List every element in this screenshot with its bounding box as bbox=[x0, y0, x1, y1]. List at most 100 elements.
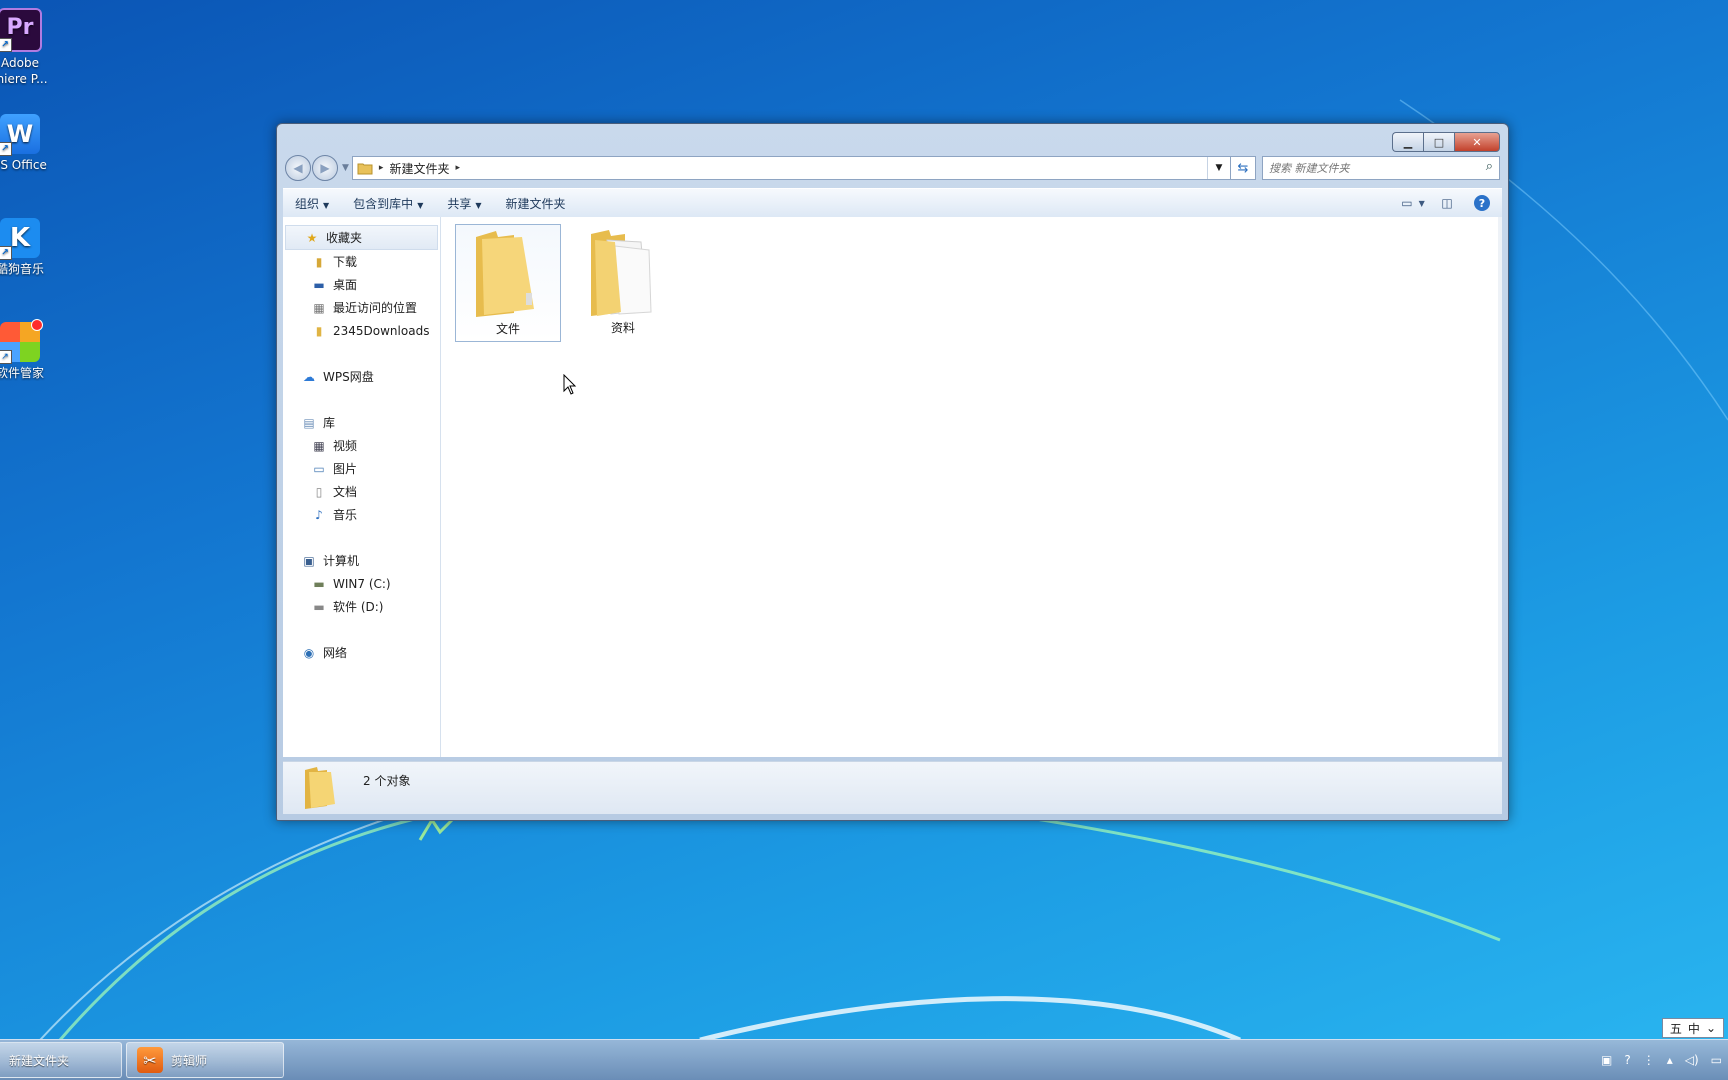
breadcrumb-separator-icon[interactable]: ▸ bbox=[379, 163, 384, 173]
ime-tray-icon[interactable]: ▣ bbox=[1601, 1053, 1612, 1067]
nav-item-recent-places[interactable]: ▦ 最近访问的位置 bbox=[283, 296, 440, 319]
desktop-icon-label: 软件管家 bbox=[0, 366, 44, 380]
document-icon: ▯ bbox=[315, 484, 323, 499]
nav-item-music[interactable]: ♪ 音乐 bbox=[283, 503, 440, 526]
volume-icon[interactable]: ◁) bbox=[1685, 1053, 1699, 1067]
nav-item-drive-c[interactable]: ▬ WIN7 (C:) bbox=[283, 572, 440, 595]
picture-icon: ▭ bbox=[313, 461, 325, 476]
notification-dot bbox=[31, 319, 43, 331]
explorer-body: ★ 收藏夹 ▮ 下载 ▬ 桌面 ▦ 最近访问的位置 ▮ 2345Downloads ☁ WP… bbox=[283, 217, 1502, 757]
recent-pages-dropdown[interactable]: ▼ bbox=[342, 163, 349, 173]
refresh-icon: ⇆ bbox=[1237, 160, 1249, 176]
address-dropdown-button[interactable]: ▼ bbox=[1207, 157, 1230, 179]
desktop-icon-software-manager[interactable]: ↗ 软件管家 bbox=[0, 319, 60, 381]
organize-menu[interactable]: 组织 ▼ bbox=[283, 195, 341, 212]
ime-language-indicator[interactable]: 中 bbox=[1688, 1020, 1700, 1037]
desktop-icon-wps[interactable]: W↗ PS Office bbox=[0, 114, 60, 173]
item-count: 2 个对象 bbox=[363, 774, 411, 788]
nav-item-pictures[interactable]: ▭ 图片 bbox=[283, 457, 440, 480]
command-bar: 组织 ▼ 包含到库中 ▼ 共享 ▼ 新建文件夹 ▭ ▼ ◫ ? bbox=[283, 188, 1502, 218]
network-tray-icon[interactable]: ▭ bbox=[1711, 1053, 1722, 1067]
ime-status-bar[interactable]: 五 中 ⌄ bbox=[1661, 1018, 1724, 1038]
forward-button[interactable]: ▶ bbox=[312, 155, 338, 181]
nav-item-downloads[interactable]: ▮ 下载 bbox=[283, 250, 440, 273]
video-icon: ▦ bbox=[313, 438, 325, 453]
help-icon[interactable]: ? bbox=[1474, 195, 1490, 211]
cloud-icon: ☁ bbox=[303, 369, 315, 384]
desktop-icon-label: miere P... bbox=[0, 72, 48, 86]
dropdown-caret-icon: ▼ bbox=[323, 200, 330, 210]
folder-icon bbox=[305, 767, 335, 809]
software-manager-icon: ↗ bbox=[0, 319, 43, 364]
wps-office-icon: W ↗ bbox=[0, 114, 40, 156]
folder-name[interactable]: 资料 bbox=[571, 319, 675, 336]
back-arrow-icon: ◀ bbox=[293, 161, 303, 175]
change-view-button[interactable]: ▭ ▼ bbox=[1401, 194, 1425, 212]
close-button[interactable]: ✕ bbox=[1454, 132, 1500, 152]
recent-places-icon: ▦ bbox=[313, 300, 325, 315]
shortcut-arrow-icon: ↗ bbox=[0, 38, 12, 52]
desktop-icon-label: Adobe bbox=[1, 56, 39, 70]
search-input[interactable] bbox=[1263, 160, 1471, 176]
file-list-area[interactable]: 文件 资料 bbox=[441, 217, 1502, 757]
show-hidden-icons-button[interactable]: ▴ bbox=[1667, 1053, 1673, 1067]
share-menu[interactable]: 共享 ▼ bbox=[435, 195, 493, 212]
forward-arrow-icon: ▶ bbox=[320, 161, 330, 175]
breadcrumb-item[interactable]: 新建文件夹 bbox=[389, 160, 449, 177]
folder-icon bbox=[476, 231, 534, 317]
nav-item-videos[interactable]: ▦ 视频 bbox=[283, 434, 440, 457]
view-icon: ▭ bbox=[1401, 196, 1413, 210]
ime-more-icon[interactable]: ⌄ bbox=[1706, 1021, 1716, 1035]
window-caption-buttons: ▁ □ ✕ bbox=[1392, 132, 1500, 152]
desktop-icon-premiere[interactable]: Pr↗ Adobe miere P... bbox=[0, 8, 60, 87]
computer-icon: ▣ bbox=[303, 553, 315, 568]
nav-item-drive-d[interactable]: ▬ 软件 (D:) bbox=[283, 595, 440, 618]
desktop-icon: ▬ bbox=[313, 277, 325, 292]
search-icon[interactable]: ⌕ bbox=[1486, 159, 1493, 174]
system-tray: ▣ ? ⋮ ▴ ◁) ▭ bbox=[1595, 1040, 1728, 1080]
nav-favorites[interactable]: ★ 收藏夹 bbox=[285, 225, 438, 250]
drive-icon: ▬ bbox=[313, 599, 325, 614]
nav-libraries[interactable]: ▤ 库 bbox=[283, 411, 440, 434]
preview-pane-button[interactable]: ◫ bbox=[1436, 194, 1458, 212]
folder-item[interactable]: 文件 bbox=[455, 224, 561, 342]
nav-network[interactable]: ◉ 网络 bbox=[283, 641, 440, 664]
folder-icon bbox=[357, 163, 373, 175]
folder-item[interactable]: 资料 bbox=[571, 224, 675, 340]
dropdown-caret-icon: ▼ bbox=[475, 200, 482, 210]
include-in-library-menu[interactable]: 包含到库中 ▼ bbox=[341, 195, 435, 212]
vertical-scrollbar[interactable] bbox=[1498, 217, 1502, 757]
shortcut-arrow-icon: ↗ bbox=[0, 142, 12, 156]
refresh-button[interactable]: ⇆ bbox=[1231, 156, 1256, 180]
desktop-icon-kugou[interactable]: K ↗ 酷狗音乐 bbox=[0, 218, 60, 277]
shortcut-arrow-icon: ↗ bbox=[0, 246, 12, 260]
back-button[interactable]: ◀ bbox=[285, 155, 311, 181]
minimize-button[interactable]: ▁ bbox=[1392, 132, 1423, 152]
help-tray-icon[interactable]: ? bbox=[1624, 1053, 1630, 1067]
dropdown-caret-icon: ▼ bbox=[1418, 198, 1425, 208]
premiere-icon: Pr ↗ bbox=[0, 8, 42, 52]
maximize-button[interactable]: □ bbox=[1423, 132, 1454, 152]
nav-item-documents[interactable]: ▯ 文档 bbox=[283, 480, 440, 503]
taskbar-item-explorer[interactable]: 新建文件夹 bbox=[0, 1042, 122, 1078]
nav-item-2345downloads[interactable]: ▮ 2345Downloads bbox=[283, 319, 440, 342]
library-icon: ▤ bbox=[303, 415, 315, 430]
ime-mode-indicator[interactable]: 五 bbox=[1670, 1020, 1682, 1037]
nav-item-desktop[interactable]: ▬ 桌面 bbox=[283, 273, 440, 296]
scissors-icon: ✂ bbox=[137, 1047, 163, 1073]
star-icon: ★ bbox=[306, 230, 318, 245]
taskbar: 新建文件夹 ✂ 剪辑师 ▣ ? ⋮ ▴ ◁) ▭ bbox=[0, 1039, 1728, 1080]
desktop-icon-label: PS Office bbox=[0, 158, 47, 172]
tray-options-icon[interactable]: ⋮ bbox=[1643, 1053, 1655, 1067]
nav-computer[interactable]: ▣ 计算机 bbox=[283, 549, 440, 572]
address-bar[interactable]: ▸ 新建文件夹 ▸ ▼ bbox=[351, 156, 1231, 180]
dropdown-caret-icon: ▼ bbox=[417, 200, 424, 210]
nav-wps-cloud[interactable]: ☁ WPS网盘 bbox=[283, 365, 440, 388]
breadcrumb-separator-icon[interactable]: ▸ bbox=[455, 163, 460, 173]
search-box[interactable]: ⌕ bbox=[1262, 156, 1500, 180]
mouse-cursor-icon bbox=[563, 374, 577, 395]
new-folder-button[interactable]: 新建文件夹 bbox=[494, 195, 578, 212]
taskbar-item-editor[interactable]: ✂ 剪辑师 bbox=[126, 1042, 284, 1078]
folder-name[interactable]: 文件 bbox=[456, 320, 560, 337]
navigation-row: ◀ ▶ ▼ ▸ 新建文件夹 ▸ ▼ ⇆ ⌕ bbox=[285, 154, 1500, 182]
